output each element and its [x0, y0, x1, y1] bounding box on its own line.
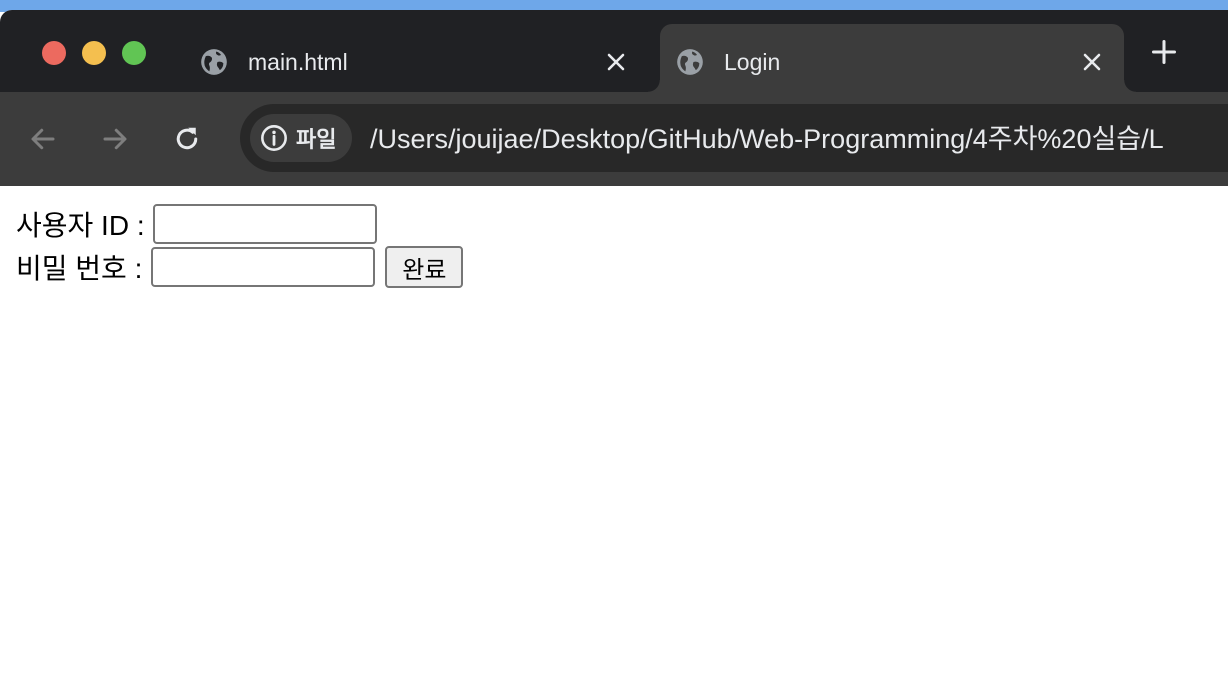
info-icon	[261, 125, 287, 151]
window-close-button[interactable]	[42, 41, 66, 65]
close-icon[interactable]	[1080, 50, 1104, 74]
browser-toolbar: 파일 /Users/jouijae/Desktop/GitHub/Web-Pro…	[0, 92, 1228, 187]
browser-window: main.html Login 파일 /Users/jouijae/Deskto…	[0, 10, 1228, 686]
address-bar[interactable]: 파일 /Users/jouijae/Desktop/GitHub/Web-Pro…	[240, 104, 1228, 172]
password-input[interactable]	[151, 247, 376, 287]
new-tab-plus-icon[interactable]	[1150, 38, 1178, 66]
window-minimize-button[interactable]	[82, 41, 106, 65]
tab-main-html[interactable]: main.html	[184, 24, 644, 92]
tab-strip: main.html Login	[0, 10, 1228, 92]
tab-title: Login	[724, 49, 781, 75]
globe-icon	[677, 49, 703, 75]
back-arrow-icon[interactable]	[28, 124, 58, 154]
close-icon[interactable]	[604, 50, 628, 74]
submit-button[interactable]: 완료	[385, 246, 464, 288]
site-info-chip[interactable]: 파일	[250, 114, 353, 162]
forward-arrow-icon[interactable]	[100, 124, 130, 154]
tab-title: main.html	[248, 49, 348, 75]
password-row: 비밀 번호 : 완료	[16, 245, 464, 289]
tab-login[interactable]: Login	[648, 24, 1136, 92]
user-id-input[interactable]	[152, 204, 377, 244]
password-label: 비밀 번호 :	[16, 253, 143, 284]
site-info-label: 파일	[296, 127, 337, 152]
url-text[interactable]: /Users/jouijae/Desktop/GitHub/Web-Progra…	[370, 124, 1164, 154]
user-id-row: 사용자 ID :	[16, 202, 377, 246]
user-id-label: 사용자 ID :	[16, 210, 145, 241]
page-content: 사용자 ID : 비밀 번호 : 완료	[0, 186, 1228, 686]
globe-icon	[201, 49, 227, 75]
reload-icon[interactable]	[172, 124, 202, 154]
window-maximize-button[interactable]	[122, 41, 146, 65]
